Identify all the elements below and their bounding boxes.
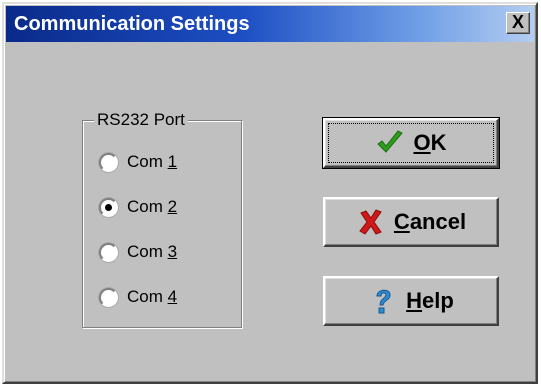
radio-button-com2[interactable]	[99, 198, 118, 217]
radio-label-com4[interactable]: Com 4	[127, 286, 177, 308]
help-button[interactable]: Help	[323, 276, 499, 326]
radio-com3[interactable]: Com 3	[99, 240, 229, 266]
radio-label-com2[interactable]: Com 2	[127, 196, 177, 218]
question-mark-icon	[376, 289, 391, 314]
close-button[interactable]: X	[506, 12, 530, 34]
cancel-button[interactable]: Cancel	[323, 197, 499, 247]
ok-button-focus: OK	[328, 123, 494, 163]
radio-button-com3[interactable]	[99, 243, 118, 262]
close-icon: X	[511, 12, 524, 32]
rs232-port-group: RS232 Port Com 1 Com 2 Com 3 Com 4	[82, 110, 242, 328]
radio-button-com4[interactable]	[99, 288, 118, 307]
help-button-label: Help	[406, 288, 454, 313]
help-button-face: Help	[328, 281, 494, 321]
ok-button-label: OK	[413, 130, 447, 155]
ok-button[interactable]: OK	[322, 117, 500, 169]
title-bar[interactable]: Communication Settings X	[6, 6, 534, 42]
cancel-button-label: Cancel	[393, 209, 467, 234]
communication-settings-dialog: Communication Settings X RS232 Port Com …	[2, 2, 538, 384]
rs232-port-legend: RS232 Port	[94, 110, 188, 130]
radio-button-com1[interactable]	[99, 153, 118, 172]
radio-label-com3[interactable]: Com 3	[127, 241, 177, 263]
radio-label-com1[interactable]: Com 1	[127, 151, 177, 173]
red-x-icon	[359, 209, 382, 235]
radio-com4[interactable]: Com 4	[99, 285, 229, 311]
cancel-button-face: Cancel	[328, 202, 494, 242]
radio-com2[interactable]: Com 2	[99, 195, 229, 221]
dialog-title: Communication Settings	[14, 13, 250, 35]
checkmark-icon	[377, 130, 404, 153]
radio-selected-dot	[105, 204, 112, 211]
radio-com1[interactable]: Com 1	[99, 150, 229, 176]
